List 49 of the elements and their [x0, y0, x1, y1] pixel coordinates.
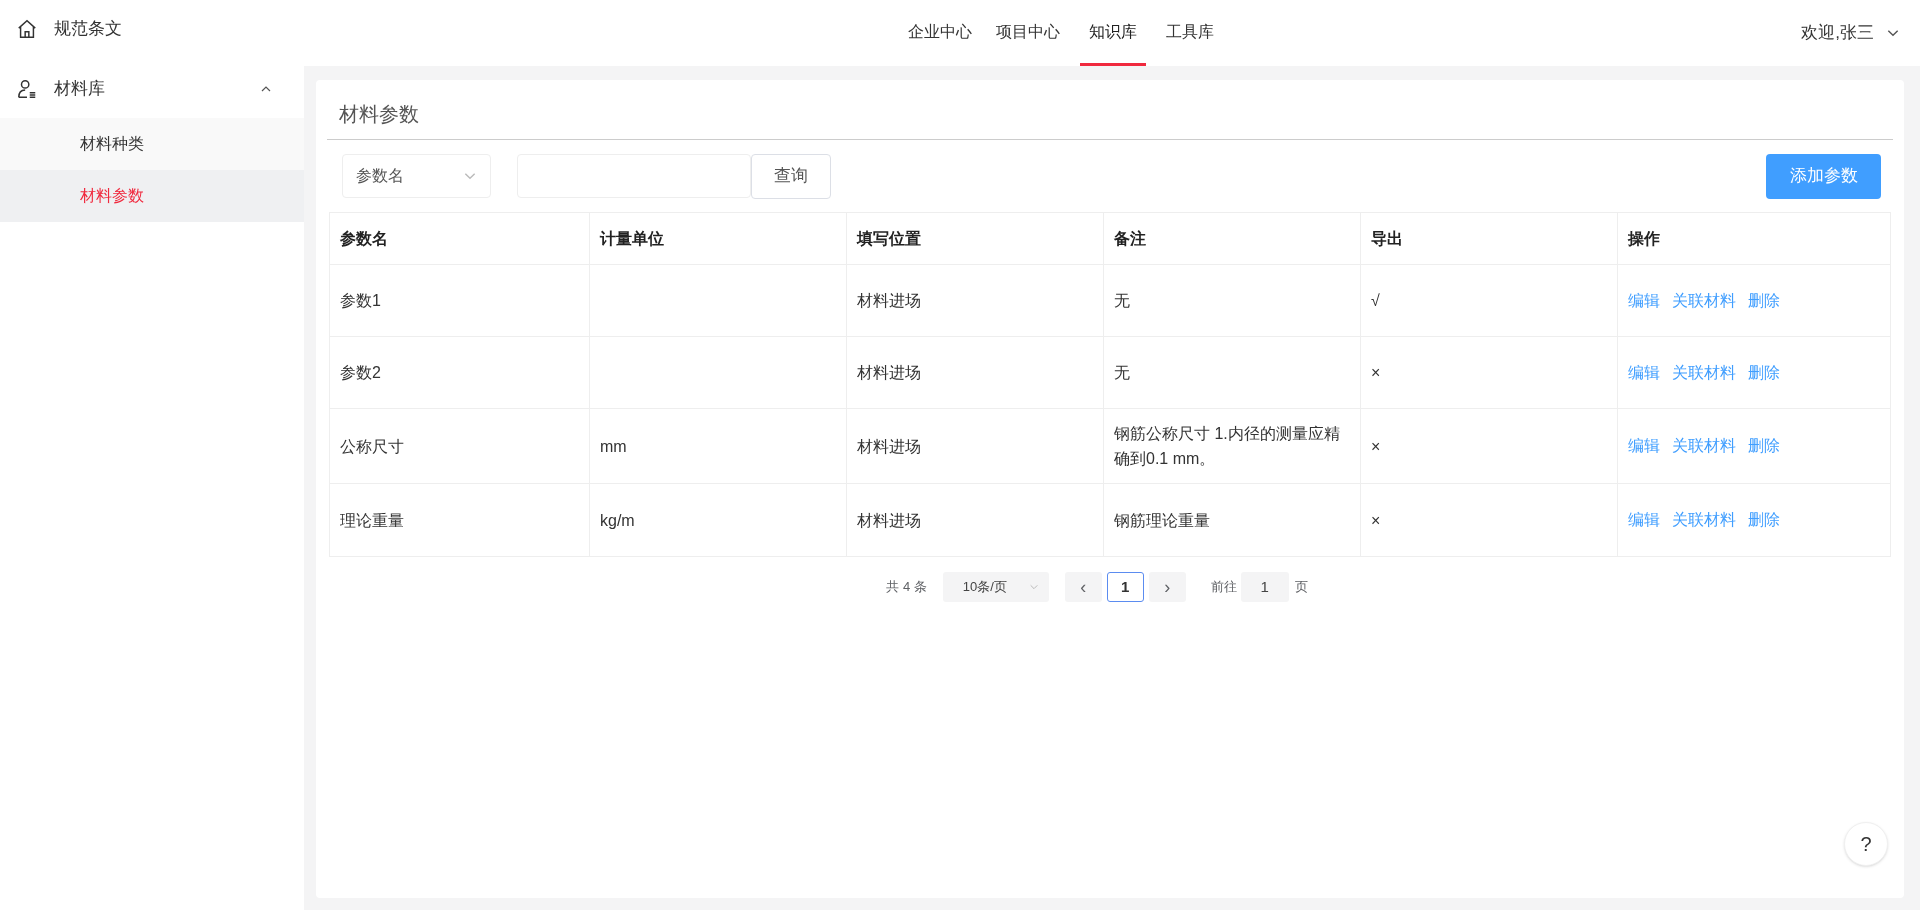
field-select[interactable]: 参数名 — [342, 154, 491, 198]
page-title: 材料参数 — [338, 102, 419, 127]
nav-tab[interactable]: 工具库 — [1158, 0, 1222, 66]
table-cell: mm — [590, 409, 847, 483]
table-cell: 参数2 — [330, 337, 590, 408]
table-cell: × — [1361, 409, 1618, 483]
user-greeting[interactable]: 欢迎,张三 — [1801, 20, 1874, 46]
table-cell: 钢筋理论重量 — [1104, 484, 1361, 556]
sidebar-item[interactable]: 材料库 — [0, 60, 304, 118]
column-header: 填写位置 — [847, 213, 1104, 264]
home-icon — [16, 18, 38, 40]
table-cell: 公称尺寸 — [330, 409, 590, 483]
search-field[interactable] — [517, 154, 751, 198]
table-cell: 材料进场 — [847, 337, 1104, 408]
table-cell: √ — [1361, 265, 1618, 336]
goto-label: 前往 — [1210, 578, 1237, 597]
table-cell: 钢筋公称尺寸 1.内径的测量应精确到0.1 mm。 — [1104, 409, 1361, 483]
table-cell: 理论重量 — [330, 484, 590, 556]
table-cell: × — [1361, 484, 1618, 556]
table-cell: 材料进场 — [847, 484, 1104, 556]
nav-tab[interactable]: 企业中心 — [900, 0, 980, 66]
prev-button[interactable]: ‹ — [1064, 572, 1102, 602]
column-header: 备注 — [1104, 213, 1361, 264]
column-header: 计量单位 — [590, 213, 847, 264]
nav-tab[interactable]: 项目中心 — [988, 0, 1068, 66]
chevron-icon — [1028, 582, 1039, 592]
page-size-select[interactable]: 10条/页 — [942, 572, 1049, 602]
nav-tab[interactable]: 知识库 — [1080, 0, 1146, 66]
total-count: 共 4 条 — [886, 578, 927, 597]
table-cell: 无 — [1104, 265, 1361, 336]
next-button[interactable]: › — [1148, 572, 1186, 602]
table-cell: kg/m — [590, 484, 847, 556]
table-cell: 无 — [1104, 337, 1361, 408]
goto-field[interactable]: 1 — [1240, 572, 1289, 602]
sidebar-item[interactable]: 规范条文 — [0, 0, 304, 58]
column-header: 参数名 — [330, 213, 590, 264]
sidebar-subitem[interactable]: 材料参数 — [0, 170, 304, 222]
search-button[interactable]: 查询 — [751, 153, 831, 199]
column-header: 操作 — [1626, 228, 1661, 249]
goto-suffix: 页 — [1294, 578, 1308, 597]
table-cell: × — [1361, 337, 1618, 408]
help-button[interactable]: ? — [1844, 822, 1888, 866]
table-cell: 材料进场 — [847, 409, 1104, 483]
page-number[interactable]: 1 — [1106, 572, 1144, 602]
sidebar-subitem[interactable]: 材料种类 — [0, 118, 304, 170]
table-cell: 参数1 — [330, 265, 590, 336]
user-list-icon — [16, 78, 38, 100]
table-cell: 材料进场 — [847, 265, 1104, 336]
column-header: 导出 — [1361, 213, 1618, 264]
